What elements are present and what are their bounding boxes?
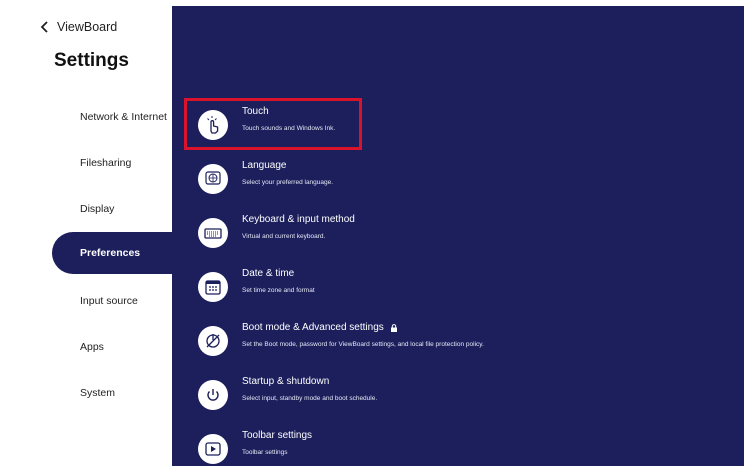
- sidebar-item-preferences[interactable]: Preferences: [52, 232, 178, 274]
- globe-icon: [198, 164, 228, 194]
- sidebar-item-system[interactable]: System: [52, 372, 176, 414]
- preferences-panel: Touch Touch sounds and Windows Ink. Lang…: [172, 6, 744, 466]
- keyboard-subtitle: Virtual and current keyboard.: [242, 233, 326, 240]
- sidebar-item-apps[interactable]: Apps: [52, 326, 176, 368]
- startup-shutdown-setting[interactable]: Startup & shutdown Select input, standby…: [198, 376, 377, 410]
- date-time-setting[interactable]: Date & time Set time zone and format: [198, 268, 315, 302]
- boot-mode-title: Boot mode & Advanced settings: [242, 322, 384, 333]
- sidebar-item-input-source[interactable]: Input source: [52, 280, 176, 322]
- touch-setting[interactable]: Touch Touch sounds and Windows Ink.: [198, 106, 335, 140]
- language-subtitle: Select your preferred language.: [242, 179, 334, 186]
- power-icon: [198, 380, 228, 410]
- chevron-left-icon: [40, 21, 48, 33]
- language-title: Language: [242, 160, 287, 171]
- language-setting[interactable]: Language Select your preferred language.: [198, 160, 333, 194]
- startup-shutdown-title: Startup & shutdown: [242, 376, 330, 387]
- boot-mode-subtitle: Set the Boot mode, password for ViewBoar…: [242, 341, 484, 348]
- date-time-subtitle: Set time zone and format: [242, 287, 315, 294]
- back-label: ViewBoard: [57, 20, 118, 34]
- sidebar-item-display[interactable]: Display: [52, 188, 176, 230]
- toolbar-subtitle: Toolbar settings: [242, 449, 288, 456]
- touch-title: Touch: [242, 106, 269, 117]
- boot-settings-icon: [198, 326, 228, 356]
- toolbar-setting[interactable]: Toolbar settings Toolbar settings: [198, 430, 312, 464]
- toolbar-icon: [198, 434, 228, 464]
- lock-icon: [390, 323, 397, 332]
- date-time-title: Date & time: [242, 268, 295, 279]
- sidebar-item-network[interactable]: Network & Internet: [52, 96, 176, 138]
- keyboard-icon: [198, 218, 228, 248]
- keyboard-title: Keyboard & input method: [242, 214, 355, 225]
- boot-mode-setting[interactable]: Boot mode & Advanced settings Set the Bo…: [198, 322, 484, 356]
- sidebar: ViewBoard Settings Network & Internet Fi…: [6, 6, 178, 466]
- startup-shutdown-subtitle: Select input, standby mode and boot sche…: [242, 395, 378, 402]
- settings-window: ViewBoard Settings Network & Internet Fi…: [0, 0, 750, 471]
- keyboard-setting[interactable]: Keyboard & input method Virtual and curr…: [198, 214, 355, 248]
- back-button[interactable]: ViewBoard: [40, 20, 117, 34]
- toolbar-title: Toolbar settings: [242, 430, 313, 441]
- calendar-icon: [198, 272, 228, 302]
- sidebar-item-filesharing[interactable]: Filesharing: [52, 142, 176, 184]
- page-title: Settings: [54, 50, 129, 71]
- touch-hand-icon: [198, 110, 228, 140]
- touch-subtitle: Touch sounds and Windows Ink.: [242, 125, 336, 132]
